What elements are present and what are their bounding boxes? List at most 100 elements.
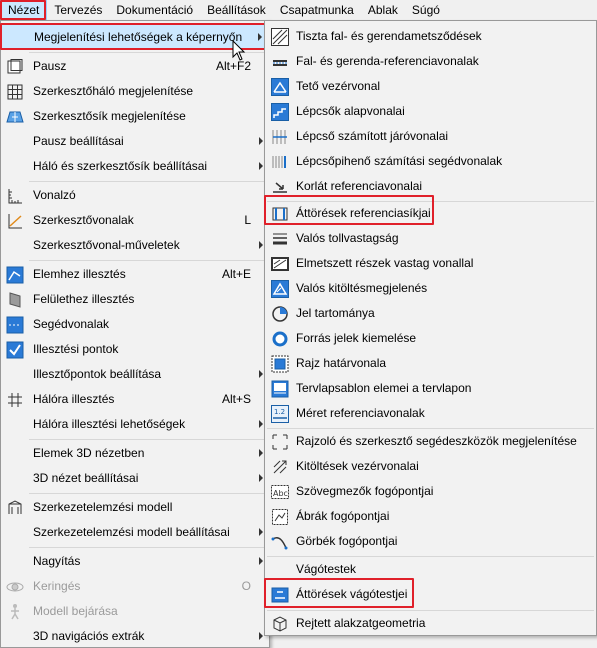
menu-item-label: Valós tollvastagság [296,231,399,245]
submenu-item-dimension-reference[interactable]: 1.2 Méret referenciavonalak [265,401,596,426]
grid-snap-icon [5,390,24,409]
figure-handles-icon [270,507,289,526]
submenu-item-drawing-frame[interactable]: Rajz határvonala [265,351,596,376]
menu-item-label: Forrás jelek kiemelése [296,331,417,345]
stair-walkline-icon [270,127,289,146]
menu-item-label: 3D navigációs extrák [33,629,145,643]
submenu-item-source-markers[interactable]: Forrás jelek kiemelése [265,326,596,351]
menu-item-label: Szerkesztővonal-műveletek [33,238,180,252]
submenu-item-roof-pivot[interactable]: Tető vezérvonal [265,74,596,99]
menu-item-label: Valós kitöltésmegjelenés [296,281,428,295]
submenu-item-drafting-aids[interactable]: Rajzoló és szerkesztő segédeszközök megj… [265,429,596,454]
menu-csapatmunka[interactable]: Csapatmunka [273,0,361,20]
chevron-right-icon [259,241,263,249]
svg-text:Abc: Abc [273,489,288,498]
menu-item-structural-model[interactable]: Szerkezetelemzési modell [1,495,269,520]
menu-separator [29,493,267,494]
menu-item-3d-settings[interactable]: 3D nézet beállításai [1,466,269,491]
submenu-item-reference-lines[interactable]: Fal- és gerenda-referenciavonalak [265,49,596,74]
helper-lines-icon [5,315,24,334]
menu-dokumentacio[interactable]: Dokumentáció [109,0,200,20]
menu-item-guidelines[interactable]: Szerkesztővonalak L [1,208,269,233]
submenu-item-hidden-geometry[interactable]: Rejtett alakzatgeometria [265,611,596,636]
submenu-item-marker-range[interactable]: Jel tartománya [265,301,596,326]
menu-item-label: Illesztőpontok beállítása [33,367,162,381]
pausz-icon [5,57,24,76]
menu-item-show-plane[interactable]: Szerkesztősík megjelenítése [1,104,269,129]
submenu-item-cutting-bodies[interactable]: Vágótestek [265,557,596,582]
submenu-item-opening-reference[interactable]: Áttörések referenciasíkjai [265,201,596,226]
menu-item-label: Tervlapsablon elemei a tervlapon [296,381,472,395]
menu-item-snap-surface[interactable]: Felülethez illesztés [1,287,269,312]
submenu-item-fill-handles[interactable]: Kitöltések vezérvonalai [265,454,596,479]
clean-intersections-icon [270,27,289,46]
menu-item-label: Rajz határvonala [296,356,387,370]
hidden-geometry-icon [270,614,289,633]
menu-item-label: Vágótestek [296,562,357,576]
menu-item-structural-model-settings[interactable]: Szerkezetelemzési modell beállításai [1,520,269,545]
menu-sugo[interactable]: Súgó [405,0,447,20]
submenu-item-figure-handles[interactable]: Ábrák fogópontjai [265,504,596,529]
submenu-item-railing-reference[interactable]: Korlát referenciavonalai [265,174,596,199]
plane-icon [5,107,24,126]
marker-range-icon [270,304,289,323]
source-markers-icon [270,329,289,348]
submenu-item-curve-handles[interactable]: Görbék fogópontjai [265,529,596,554]
svg-text:1.2: 1.2 [274,408,285,416]
menu-item-pausz[interactable]: Pausz Alt+F2 [1,54,269,79]
menu-nezet[interactable]: Nézet [0,0,48,20]
menu-item-label: Pausz [33,59,67,73]
submenu-item-stair-baseline[interactable]: Lépcsők alapvonalai [265,99,596,124]
dimension-reference-icon: 1.2 [270,404,289,423]
chevron-right-icon [259,420,263,428]
menu-item-label: Szerkesztővonalak [33,213,134,227]
menu-item-label: Áttörések vágótestjei [296,587,408,601]
menu-item-snap-points[interactable]: Illesztési pontok [1,337,269,362]
structural-model-icon [5,498,24,517]
menu-item-3d-elements[interactable]: Elemek 3D nézetben [1,441,269,466]
submenu-item-master-layout[interactable]: Tervlapsablon elemei a tervlapon [265,376,596,401]
menu-item-label: 3D nézet beállításai [33,471,139,485]
walk-icon [5,602,24,621]
snap-surface-icon [5,290,24,309]
menu-item-show-grid[interactable]: Szerkesztőháló megjelenítése [1,79,269,104]
submenu-item-stair-walkline[interactable]: Lépcső számított járóvonalai [265,124,596,149]
menu-item-label: Segédvonalak [33,317,110,331]
opening-cutting-bodies-icon [270,585,289,604]
drawing-frame-icon [270,354,289,373]
view-dropdown-menu: Megjelenítési lehetőségek a képernyőn Pa… [0,20,270,648]
menu-item-label: Lépcső számított járóvonalai [296,129,449,143]
chevron-right-icon [259,162,263,170]
menu-separator [29,439,267,440]
submenu-item-landing-lines[interactable]: Lépcsőpihenő számítási segédvonalak [265,149,596,174]
menu-item-label: Ábrák fogópontjai [296,509,390,523]
submenu-item-text-handles[interactable]: Abc Szövegmezők fogópontjai [265,479,596,504]
menu-item-grid-settings[interactable]: Háló és szerkesztősík beállításai [1,154,269,179]
chevron-right-icon [259,528,263,536]
menu-item-pausz-settings[interactable]: Pausz beállításai [1,129,269,154]
menu-item-ruler[interactable]: Vonalzó [1,183,269,208]
menu-item-3d-nav-extras[interactable]: 3D navigációs extrák [1,624,269,648]
menu-item-helper-lines[interactable]: Segédvonalak [1,312,269,337]
menu-beallitasok[interactable]: Beállítások [200,0,273,20]
submenu-item-opening-cutting-bodies[interactable]: Áttörések vágótestjei [265,582,596,607]
mouse-cursor-icon [232,40,246,61]
menu-item-grid-snap[interactable]: Hálóra illesztés Alt+S [1,387,269,412]
menu-tervezes[interactable]: Tervezés [47,0,109,20]
menu-item-guideline-ops[interactable]: Szerkesztővonal-műveletek [1,233,269,258]
ruler-icon [5,186,24,205]
menu-ablak[interactable]: Ablak [361,0,405,20]
submenu-item-pen-weight[interactable]: Valós tollvastagság [265,226,596,251]
menu-item-grid-snap-options[interactable]: Hálóra illesztési lehetőségek [1,412,269,437]
submenu-item-clean-intersections[interactable]: Tiszta fal- és gerendametsződések [265,24,596,49]
menu-item-zoom[interactable]: Nagyítás [1,549,269,574]
submenu-item-bold-cut[interactable]: Elmetszett részek vastag vonallal [265,251,596,276]
fill-display-icon [270,279,289,298]
submenu-item-fill-display[interactable]: Valós kitöltésmegjelenés [265,276,596,301]
menu-item-label: Pausz beállításai [33,134,124,148]
menu-item-label: Szerkesztősík megjelenítése [33,109,186,123]
menu-item-snap-point-settings[interactable]: Illesztőpontok beállítása [1,362,269,387]
menu-item-snap-element[interactable]: Elemhez illesztés Alt+E [1,262,269,287]
curve-handles-icon [270,532,289,551]
menu-item-display-options[interactable]: Megjelenítési lehetőségek a képernyőn [1,24,269,49]
